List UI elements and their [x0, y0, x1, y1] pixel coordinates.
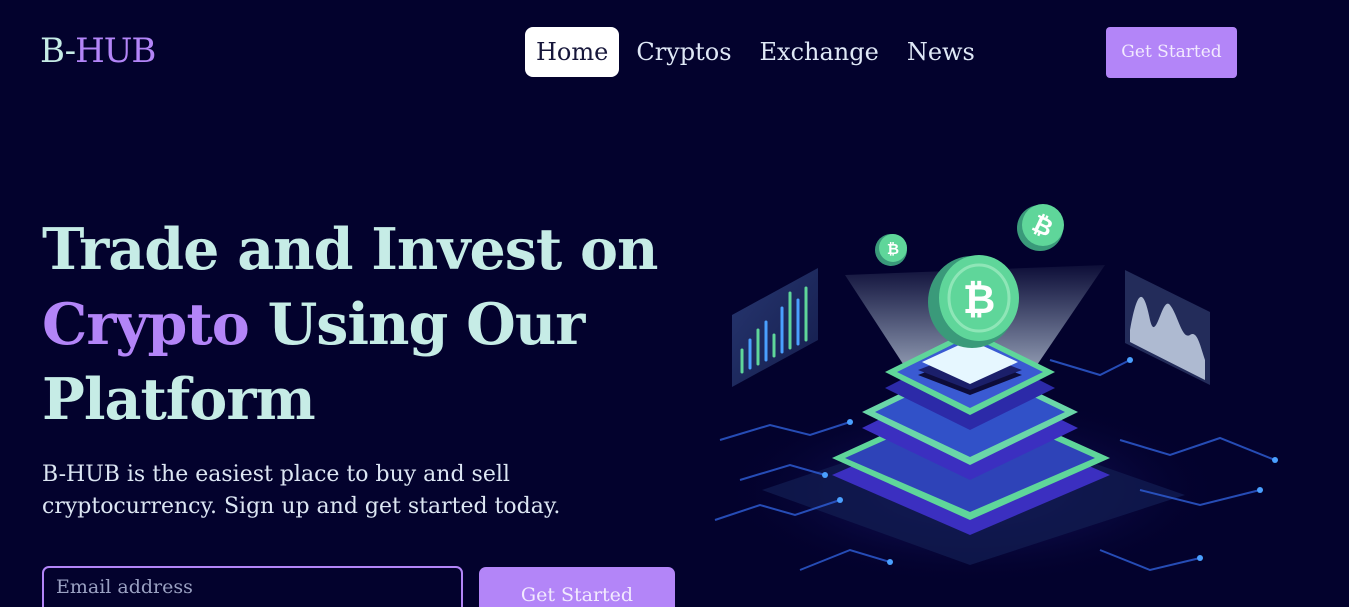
hero-title: Trade and Invest on Crypto Using Our Pla…	[42, 212, 682, 437]
hero-title-line3: Platform	[42, 366, 316, 433]
header-get-started-button[interactable]: Get Started	[1106, 27, 1237, 78]
hero-title-line1: Trade and Invest on	[42, 216, 658, 283]
nav-item-cryptos[interactable]: Cryptos	[625, 27, 742, 77]
nav-item-home[interactable]: Home	[525, 27, 620, 77]
hero-title-line2: Using Our	[248, 291, 586, 358]
nav-item-news[interactable]: News	[896, 27, 986, 77]
bitcoin-platform-icon: ₿ ₿ ₿	[714, 204, 1278, 585]
small-coin-icon: ₿	[875, 234, 907, 266]
hero-subtitle: B-HUB is the easiest place to buy and se…	[42, 462, 561, 519]
svg-text:₿: ₿	[963, 277, 996, 323]
main-nav: Home Cryptos Exchange News	[525, 27, 992, 77]
hero-get-started-button[interactable]: Get Started	[479, 567, 675, 607]
brand-logo-suffix: HUB	[75, 31, 156, 71]
email-input[interactable]	[42, 566, 463, 607]
brand-logo-prefix: B-	[40, 31, 76, 71]
nav-item-exchange[interactable]: Exchange	[749, 27, 890, 77]
svg-text:₿: ₿	[887, 240, 899, 258]
small-coin-icon: ₿	[1017, 204, 1064, 251]
hero-title-accent: Crypto	[42, 291, 250, 358]
brand-logo[interactable]: B-HUB	[40, 31, 156, 71]
